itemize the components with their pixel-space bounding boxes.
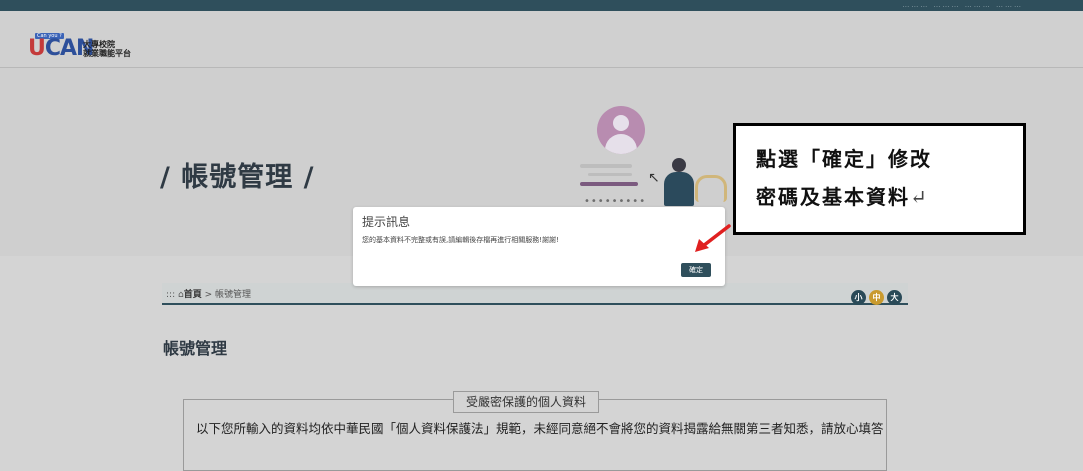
instruction-callout: 點選「確定」修改 密碼及基本資料↵ xyxy=(733,123,1026,235)
person-icon xyxy=(664,158,696,208)
avatar-icon xyxy=(597,106,645,154)
section-title: 帳號管理 xyxy=(163,339,228,358)
privacy-text: 以下您所輸入的資料均依中華民國「個人資料保護法」規範，未經同意絕不會將您的資料揭… xyxy=(196,421,884,436)
font-size-switcher: 小中大 xyxy=(848,285,902,305)
font-size-large-button[interactable]: 大 xyxy=(887,290,902,305)
breadcrumb-trail: ::: ⌂首頁 > 帳號管理 xyxy=(166,290,251,300)
breadcrumb: ::: ⌂首頁 > 帳號管理 小中大 xyxy=(162,283,908,305)
page-title: / 帳號管理 / xyxy=(160,162,315,193)
privacy-legend: 受嚴密保護的個人資料 xyxy=(453,391,600,413)
top-bar: ……… ……… ……… ……… xyxy=(0,0,1083,17)
top-bar-links[interactable]: ……… ……… ……… ……… xyxy=(902,1,1023,9)
site-header: Can you ? UCAN 大專校院 就業職能平台 xyxy=(0,11,1083,68)
font-size-small-button[interactable]: 小 xyxy=(851,290,866,305)
dialog-message: 您的基本資料不完整或有誤,請編輯後存檔再進行相關服務!謝謝! xyxy=(362,236,559,244)
breadcrumb-home-link[interactable]: 首頁 xyxy=(184,290,202,300)
breadcrumb-current: 帳號管理 xyxy=(214,290,251,300)
dialog-title: 提示訊息 xyxy=(362,215,411,229)
alert-dialog: 提示訊息 您的基本資料不完整或有誤,請編輯後存檔再進行相關服務!謝謝! 確定 xyxy=(353,207,725,286)
top-bar-font-dots[interactable] xyxy=(1045,2,1075,17)
ucan-logo[interactable]: Can you ? UCAN 大專校院 就業職能平台 xyxy=(22,33,152,63)
pointer-arrow-icon xyxy=(695,224,731,252)
password-dots-icon: ••••••••• xyxy=(584,196,647,207)
lock-icon xyxy=(695,175,727,202)
logo-subtitle: 大專校院 就業職能平台 xyxy=(83,40,131,58)
font-size-medium-button[interactable]: 中 xyxy=(869,290,884,305)
callout-text: 點選「確定」修改 密碼及基本資料↵ xyxy=(756,147,932,209)
confirm-button[interactable]: 確定 xyxy=(681,263,711,277)
cursor-icon: ↖ xyxy=(648,170,660,186)
